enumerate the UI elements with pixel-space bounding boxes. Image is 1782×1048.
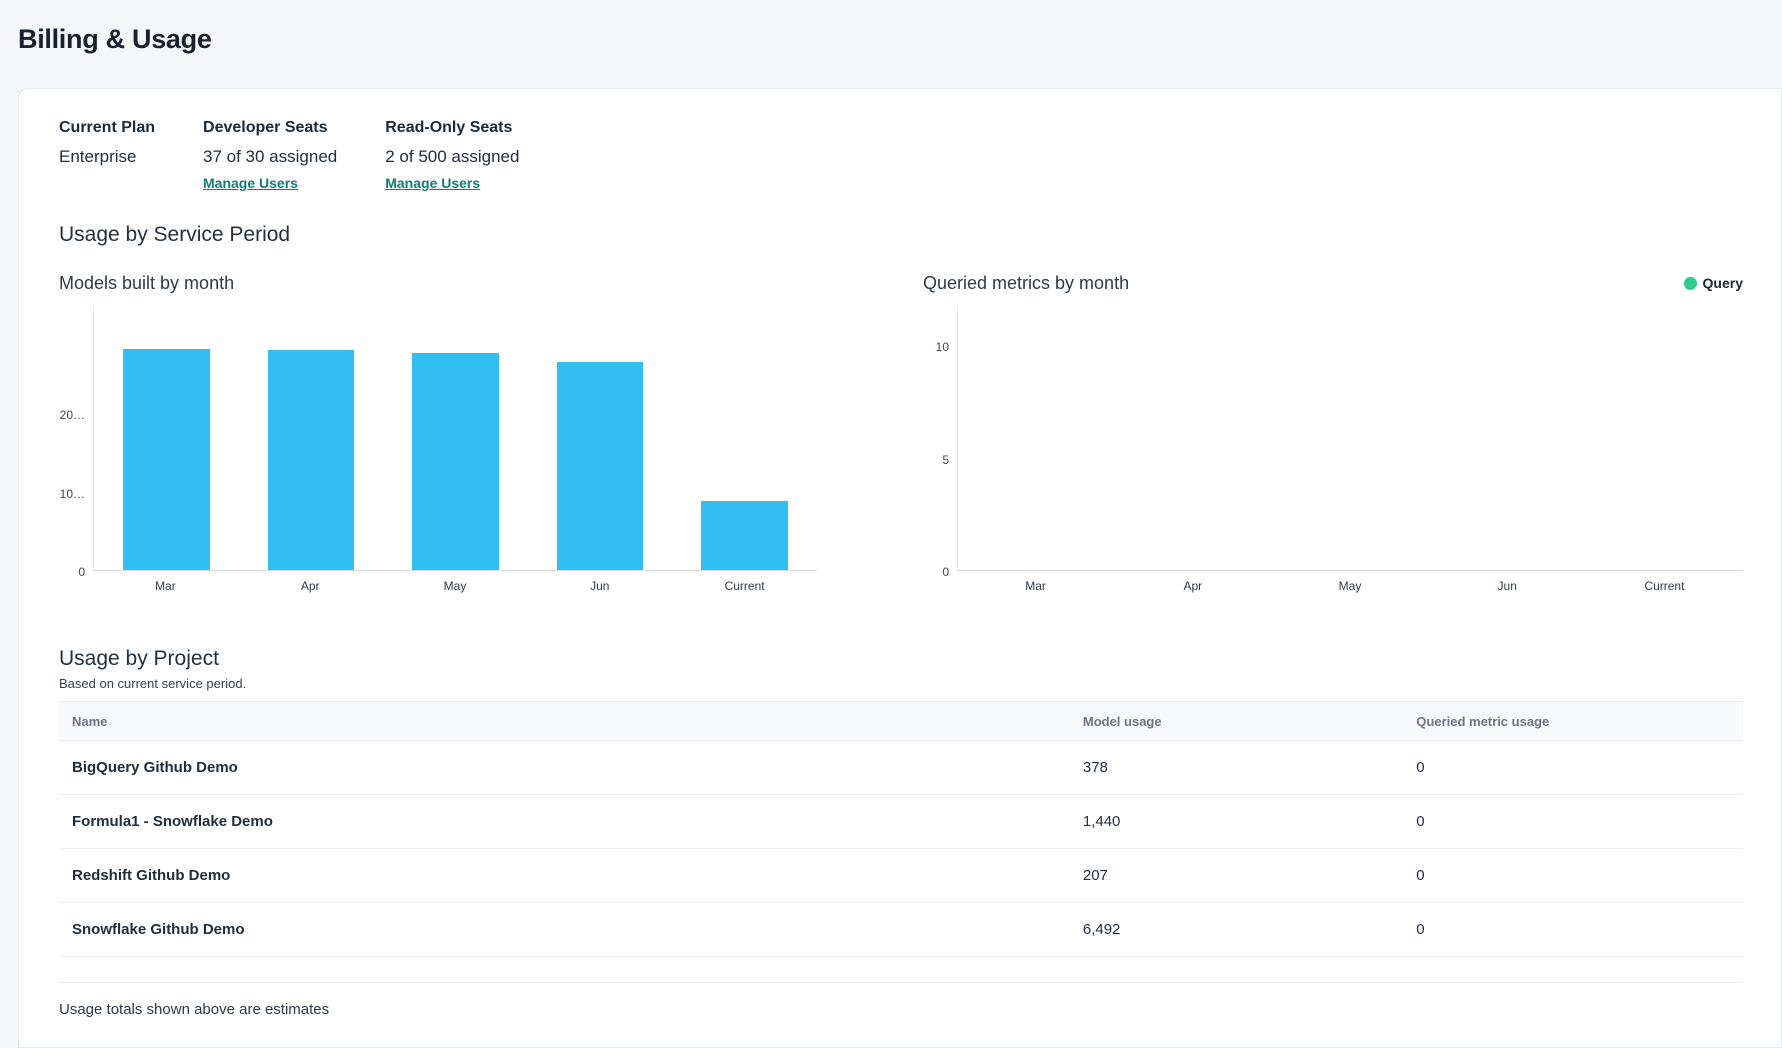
- chart-title: Models built by month: [59, 273, 234, 294]
- model-usage-cell: 1,440: [1083, 813, 1416, 830]
- legend-dot-icon: [1684, 277, 1697, 290]
- chart-header: Queried metrics by month Query: [923, 271, 1743, 295]
- y-tick-label: 20…: [60, 408, 85, 422]
- bar-slot: [239, 305, 384, 570]
- plan-label: Read-Only Seats: [385, 119, 519, 137]
- y-tick-label: 10…: [60, 487, 85, 501]
- column-header-model-usage: Model usage: [1083, 714, 1416, 729]
- bar-slot: [1272, 305, 1429, 570]
- queried-usage-cell: 0: [1416, 921, 1743, 938]
- bar-slot: [383, 305, 528, 570]
- bar-current[interactable]: [701, 501, 788, 570]
- queried-usage-cell: 0: [1416, 813, 1743, 830]
- project-name-cell: Redshift Github Demo: [59, 867, 1083, 884]
- page-header: Billing & Usage: [0, 0, 1782, 88]
- plot-wrap: 1050: [923, 305, 1743, 571]
- y-axis: 20…10…0: [59, 305, 93, 571]
- plan-value: 37 of 30 assigned: [203, 147, 337, 167]
- x-tick-label: Mar: [957, 579, 1114, 593]
- manage-users-link-developer[interactable]: Manage Users: [203, 175, 298, 191]
- plan-value: Enterprise: [59, 147, 155, 167]
- bar-slot: [672, 305, 817, 570]
- x-tick-label: Mar: [93, 579, 238, 593]
- table-body: BigQuery Github Demo3780Formula1 - Snowf…: [59, 741, 1743, 957]
- plan-label: Current Plan: [59, 119, 155, 137]
- model-usage-cell: 207: [1083, 867, 1416, 884]
- plot-wrap: 20…10…0: [59, 305, 817, 571]
- plan-summary: Current Plan Enterprise Developer Seats …: [59, 119, 1743, 193]
- y-tick-label: 0: [78, 565, 85, 579]
- bar-slot: [528, 305, 673, 570]
- x-tick-label: Apr: [238, 579, 383, 593]
- plan-column-readonly-seats: Read-Only Seats 2 of 500 assigned Manage…: [385, 119, 519, 193]
- table-row: BigQuery Github Demo3780: [59, 741, 1743, 795]
- y-tick-label: 10: [936, 340, 949, 354]
- column-header-queried-usage: Queried metric usage: [1416, 714, 1743, 729]
- bar-slot: [958, 305, 1115, 570]
- project-name-cell: Formula1 - Snowflake Demo: [59, 813, 1083, 830]
- x-tick-label: May: [1271, 579, 1428, 593]
- table-row: Formula1 - Snowflake Demo1,4400: [59, 795, 1743, 849]
- bar-slot: [1115, 305, 1272, 570]
- manage-users-link-readonly[interactable]: Manage Users: [385, 175, 480, 191]
- bar-jun[interactable]: [557, 362, 644, 570]
- table-row: Redshift Github Demo2070: [59, 849, 1743, 903]
- bar-apr[interactable]: [268, 350, 355, 570]
- charts-row: Models built by month 20…10…0 MarAprMayJ…: [59, 271, 1743, 593]
- bar-slot: [1586, 305, 1743, 570]
- x-tick-label: May: [383, 579, 528, 593]
- usage-period-section-title: Usage by Service Period: [59, 223, 1743, 247]
- bar-slot: [1429, 305, 1586, 570]
- column-header-name: Name: [59, 714, 1083, 729]
- legend-label: Query: [1703, 275, 1743, 291]
- queried-metrics-chart: Queried metrics by month Query 10 5 0 MarA…: [923, 271, 1743, 593]
- x-tick-label: Apr: [1114, 579, 1271, 593]
- bar-mar[interactable]: [123, 349, 210, 570]
- plan-value: 2 of 500 assigned: [385, 147, 519, 167]
- table-footer: [59, 957, 1743, 983]
- project-name-cell: Snowflake Github Demo: [59, 921, 1083, 938]
- plan-label: Developer Seats: [203, 119, 337, 137]
- x-tick-label: Current: [1586, 579, 1743, 593]
- x-axis-labels: MarAprMayJunCurrent: [59, 579, 817, 593]
- table-subtitle: Based on current service period.: [59, 676, 1743, 691]
- queried-usage-cell: 0: [1416, 759, 1743, 776]
- chart-title: Queried metrics by month: [923, 273, 1129, 294]
- model-usage-cell: 6,492: [1083, 921, 1416, 938]
- project-name-cell: BigQuery Github Demo: [59, 759, 1083, 776]
- usage-footnote: Usage totals shown above are estimates: [59, 1001, 1743, 1018]
- x-tick-label: Jun: [527, 579, 672, 593]
- y-tick-label: 5: [942, 453, 949, 467]
- models-built-chart: Models built by month 20… 10… 0 MarAprMayJ…: [59, 271, 817, 593]
- billing-card: Current Plan Enterprise Developer Seats …: [18, 88, 1782, 1048]
- y-axis: 1050: [923, 305, 957, 571]
- plan-column-current-plan: Current Plan Enterprise: [59, 119, 155, 193]
- plan-column-developer-seats: Developer Seats 37 of 30 assigned Manage…: [203, 119, 337, 193]
- usage-project-section-title: Usage by Project: [59, 647, 1743, 671]
- chart-legend: Query: [1684, 275, 1743, 291]
- bar-may[interactable]: [412, 353, 499, 570]
- plot-area: [93, 305, 817, 571]
- chart-header: Models built by month: [59, 271, 817, 295]
- table-header-row: Name Model usage Queried metric usage: [59, 702, 1743, 741]
- model-usage-cell: 378: [1083, 759, 1416, 776]
- bar-slot: [94, 305, 239, 570]
- usage-by-project-table: Name Model usage Queried metric usage Bi…: [59, 701, 1743, 983]
- table-row: Snowflake Github Demo6,4920: [59, 903, 1743, 957]
- page-title: Billing & Usage: [18, 24, 1782, 55]
- plot-area: [957, 305, 1743, 571]
- queried-usage-cell: 0: [1416, 867, 1743, 884]
- x-tick-label: Jun: [1429, 579, 1586, 593]
- x-axis-labels: MarAprMayJunCurrent: [923, 579, 1743, 593]
- y-tick-label: 0: [942, 565, 949, 579]
- x-tick-label: Current: [672, 579, 817, 593]
